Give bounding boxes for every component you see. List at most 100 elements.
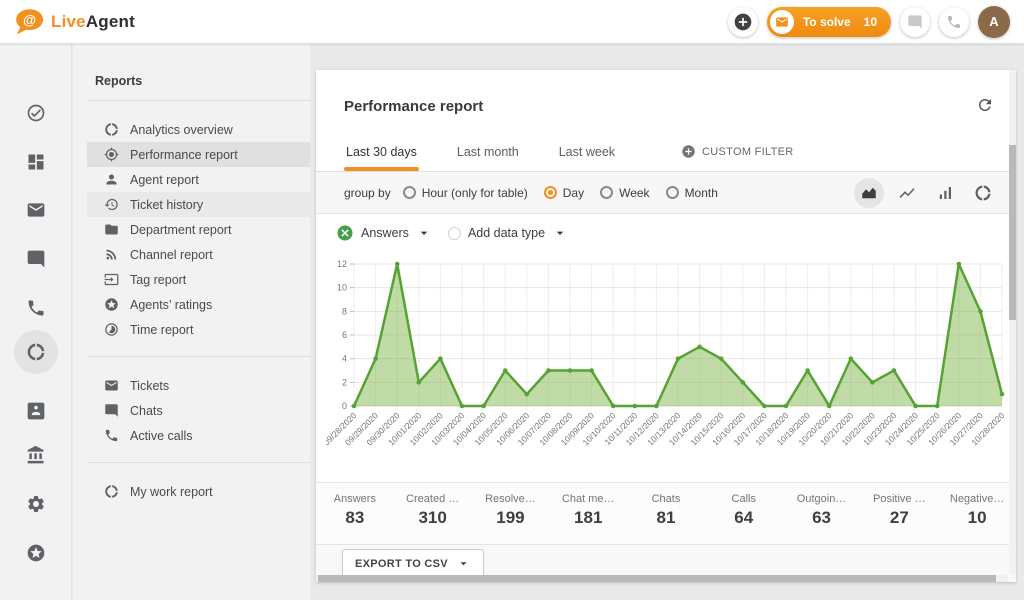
stat-value: 64: [705, 508, 783, 528]
phone-icon: [946, 14, 962, 30]
phone-icon: [104, 428, 119, 443]
answers-series-chip[interactable]: Answers: [330, 220, 438, 246]
sidebar-item-active-calls[interactable]: Active calls: [87, 423, 310, 448]
horizontal-scrollbar-thumb[interactable]: [318, 575, 996, 582]
custom-filter-button[interactable]: CUSTOM FILTER: [681, 132, 794, 171]
series-chip-label: Answers: [361, 226, 409, 240]
stat-label: Answers: [316, 493, 394, 505]
stat-value: 83: [316, 508, 394, 528]
chart-type-switcher: [854, 178, 998, 208]
rail-item-chats[interactable]: [0, 239, 72, 279]
stat-label: Outgoin…: [783, 493, 861, 505]
radio-circle-icon: [544, 186, 557, 199]
donut-chart-button[interactable]: [968, 178, 998, 208]
radio-week[interactable]: Week: [600, 186, 649, 200]
custom-filter-label: CUSTOM FILTER: [702, 146, 794, 158]
loader-circle-icon: [104, 484, 119, 499]
refresh-button[interactable]: [976, 96, 994, 114]
check-circle-icon: [26, 103, 46, 123]
tab-last-week[interactable]: Last week: [557, 132, 617, 171]
sidebar-item-department-report[interactable]: Department report: [87, 217, 310, 242]
mail-icon: [104, 378, 119, 393]
avatar[interactable]: A: [978, 6, 1010, 38]
chat-icon: [907, 14, 923, 30]
group-by-toolbar: group by Hour (only for table) Day Week Mon…: [316, 172, 1016, 214]
to-solve-count: 10: [864, 15, 877, 29]
contact-card-icon: [26, 401, 46, 421]
rail-item-company[interactable]: [0, 435, 72, 475]
sidebar-item-label: Active calls: [130, 429, 193, 443]
stat-created-: Created …310: [394, 483, 472, 544]
svg-text:10: 10: [337, 283, 347, 293]
chevron-down-icon: [456, 556, 471, 571]
chat-icon: [26, 249, 46, 269]
chats-button[interactable]: [900, 7, 930, 37]
add-data-type-label: Add data type: [468, 226, 545, 240]
sidebar-item-chats[interactable]: Chats: [87, 398, 310, 423]
radio-hour-only-for-table-[interactable]: Hour (only for table): [403, 186, 528, 200]
to-solve-button[interactable]: To solve 10: [767, 7, 891, 37]
gear-icon: [26, 494, 46, 514]
sidebar-item-performance-report[interactable]: Performance report: [87, 142, 310, 167]
sidebar-item-my-work-report[interactable]: My work report: [87, 479, 310, 504]
sidebar-item-analytics-overview[interactable]: Analytics overview: [87, 117, 310, 142]
person-icon: [104, 172, 119, 187]
sidebar-item-tickets[interactable]: Tickets: [87, 373, 310, 398]
bar-chart-button[interactable]: [930, 178, 960, 208]
rail-item-upgrade[interactable]: [0, 533, 72, 573]
stat-label: Chats: [627, 493, 705, 505]
tab-last-30-days[interactable]: Last 30 days: [344, 132, 419, 171]
sidebar-item-label: Channel report: [130, 248, 213, 262]
remove-series-icon[interactable]: [336, 224, 354, 242]
add-button[interactable]: [728, 7, 758, 37]
sidebar-item-label: Performance report: [130, 148, 238, 162]
chevron-down-icon: [552, 225, 568, 241]
export-to-csv-button[interactable]: EXPORT TO CSV: [342, 549, 484, 578]
sidebar-item-agent-report[interactable]: Agent report: [87, 167, 310, 192]
mail-icon: [770, 10, 794, 34]
rail-item-dashboard[interactable]: [0, 142, 72, 182]
sidebar-item-agents-ratings[interactable]: Agents’ ratings: [87, 292, 310, 317]
rail-item-calls[interactable]: [0, 288, 72, 328]
sidebar-item-time-report[interactable]: Time report: [87, 317, 310, 342]
stats-summary-row: Answers83Created …310Resolve…199Chat me……: [316, 482, 1016, 544]
bar-chart-icon: [936, 184, 954, 202]
rail-item-tasks[interactable]: [0, 93, 72, 133]
sidebar-item-tag-report[interactable]: Tag report: [87, 267, 310, 292]
bank-icon: [26, 445, 46, 465]
stat-value: 181: [549, 508, 627, 528]
rail-item-tickets[interactable]: [0, 190, 72, 230]
calls-button[interactable]: [939, 7, 969, 37]
add-data-type-button[interactable]: Add data type: [442, 221, 574, 245]
radio-day[interactable]: Day: [544, 186, 584, 200]
stat-label: Calls: [705, 493, 783, 505]
tab-last-month[interactable]: Last month: [455, 132, 521, 171]
stat-positive-: Positive …27: [860, 483, 938, 544]
vertical-scrollbar: [1009, 70, 1016, 574]
stat-negative-: Negative…10: [938, 483, 1016, 544]
rail-item-reports[interactable]: [0, 332, 72, 372]
stat-chat-me-: Chat me…181: [549, 483, 627, 544]
stat-answers: Answers 83: [316, 483, 394, 544]
sidebar-item-label: Tag report: [130, 273, 186, 287]
sidebar-item-ticket-history[interactable]: Ticket history: [87, 192, 310, 217]
vertical-scrollbar-thumb[interactable]: [1009, 145, 1016, 320]
stat-value: 199: [472, 508, 550, 528]
area-chart-button[interactable]: [854, 178, 884, 208]
chevron-down-icon: [416, 225, 432, 241]
sidebar-item-label: Tickets: [130, 379, 169, 393]
brand-name: LiveAgent: [51, 12, 135, 32]
group-by-label: group by: [344, 186, 391, 200]
svg-text:0: 0: [342, 401, 347, 411]
rail-item-contacts[interactable]: [0, 391, 72, 431]
history-icon: [104, 197, 119, 212]
stat-value: 27: [860, 508, 938, 528]
line-chart-button[interactable]: [892, 178, 922, 208]
logo-bubble-icon: @: [14, 8, 44, 35]
liveagent-logo[interactable]: @ LiveAgent: [14, 8, 135, 35]
sidebar-item-channel-report[interactable]: Channel report: [87, 242, 310, 267]
radio-month[interactable]: Month: [666, 186, 718, 200]
rail-item-settings[interactable]: [0, 484, 72, 524]
loader-circle-icon: [104, 122, 119, 137]
stat-value: 10: [938, 508, 1016, 528]
